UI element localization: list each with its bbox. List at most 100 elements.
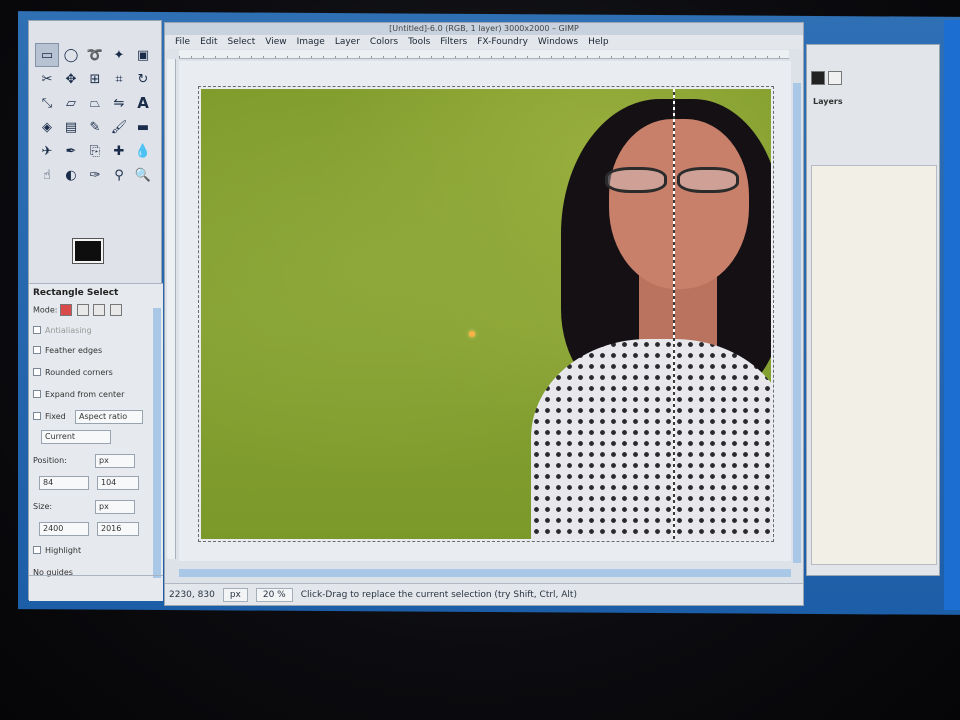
layers-tab-icon[interactable] [811,71,825,85]
feather-edges-checkbox[interactable] [33,346,41,354]
size-width-field[interactable]: 2400 [39,522,89,536]
flip-icon[interactable]: ⇋ [107,91,131,115]
brush-icon[interactable]: 🖌 [107,115,131,139]
image-canvas[interactable] [201,89,771,539]
shear-icon[interactable]: ▱ [59,91,83,115]
mode-replace-button[interactable] [60,304,73,316]
tool-options-footer [29,575,163,601]
layers-list[interactable] [811,165,937,565]
pointer-coordinates: 2230, 830 [169,589,215,600]
antialiasing-label: Antialiasing [45,326,92,335]
highlight-label: Highlight [45,546,82,555]
photo-face [609,119,749,289]
color-swatches[interactable] [72,238,115,275]
scale-icon[interactable]: ⤡ [35,91,59,115]
position-y-field[interactable]: 104 [97,476,139,490]
heal-icon[interactable]: ✚ [107,139,131,163]
position-label: Position: [33,456,67,465]
expand-from-center-label: Expand from center [45,390,125,399]
antialiasing-option[interactable]: Antialiasing [33,326,92,335]
mode-add-button[interactable] [76,304,89,316]
horizontal-ruler[interactable] [179,50,789,59]
tool-options-title: Rectangle Select [33,288,119,298]
vertical-ruler[interactable] [167,59,176,559]
antialiasing-checkbox[interactable] [33,326,41,334]
expand-from-center-option[interactable]: Expand from center [33,390,124,399]
cursor-dot [469,331,475,337]
expand-from-center-checkbox[interactable] [33,390,41,398]
color-select-icon[interactable]: ▣ [131,43,155,67]
fuzzy-select-icon[interactable]: ✦ [107,43,131,67]
right-lens [677,167,739,193]
position-unit-select[interactable]: px [95,454,135,468]
zoom-icon[interactable]: 🔍 [131,163,155,187]
rounded-corners-label: Rounded corners [45,368,113,377]
fixed-checkbox[interactable] [33,412,41,420]
smudge-icon[interactable]: ☝ [35,163,59,187]
gradient-icon[interactable]: ▤ [59,115,83,139]
size-unit-select[interactable]: px [95,500,135,514]
path-icon[interactable]: ✑ [83,163,107,187]
menu-filters[interactable]: Filters [440,35,467,49]
rounded-corners-option[interactable]: Rounded corners [33,368,113,377]
zoom-select[interactable]: 20 % [255,587,293,602]
position-x-field[interactable]: 84 [39,476,89,490]
align-icon[interactable]: ⊞ [83,67,107,91]
foreground-color[interactable] [72,238,104,264]
menu-windows[interactable]: Windows [538,35,578,49]
menu-view[interactable]: View [265,35,286,49]
aspect-current-field[interactable]: Current [41,430,111,444]
blur-icon[interactable]: 💧 [131,139,155,163]
tool-options-scrollbar[interactable] [153,308,161,578]
move-icon[interactable]: ✥ [59,67,83,91]
scissors-icon[interactable]: ✂ [35,67,59,91]
menu-select[interactable]: Select [228,35,256,49]
channels-tab-icon[interactable] [828,71,842,85]
crop-icon[interactable]: ⌗ [107,67,131,91]
menu-colors[interactable]: Colors [370,35,398,49]
eraser-icon[interactable]: ▬ [131,115,155,139]
menu-help[interactable]: Help [588,35,609,49]
vertical-guide[interactable] [673,89,675,539]
horizontal-scrollbar[interactable] [179,569,791,577]
size-label: Size: [33,502,53,511]
mode-intersect-button[interactable] [109,304,122,316]
tool-grid: ▭ ◯ ➰ ✦ ▣ ✂ ✥ ⊞ ⌗ ↻ ⤡ ▱ ⏢ ⇋ A ◈ ▤ ✎ 🖌 ▬ … [35,43,157,187]
fixed-label: Fixed [45,412,66,421]
pencil-icon[interactable]: ✎ [83,115,107,139]
text-icon[interactable]: A [131,91,155,115]
desktop-edge [944,20,960,610]
menu-fx-foundry[interactable]: FX-Foundry [477,35,528,49]
menu-layer[interactable]: Layer [335,35,360,49]
lasso-icon[interactable]: ➰ [83,43,107,67]
menu-image[interactable]: Image [297,35,325,49]
rounded-corners-checkbox[interactable] [33,368,41,376]
layers-dock: Layers [806,44,940,576]
clone-icon[interactable]: ⎘ [83,139,107,163]
mode-subtract-button[interactable] [93,304,106,316]
ink-icon[interactable]: ✒ [59,139,83,163]
airbrush-icon[interactable]: ✈ [35,139,59,163]
feather-edges-option[interactable]: Feather edges [33,346,102,355]
fixed-option[interactable]: Fixed [33,412,66,421]
photo-glasses [605,167,755,197]
menu-file[interactable]: File [175,35,190,49]
perspective-icon[interactable]: ⏢ [83,91,107,115]
rotate-icon[interactable]: ↻ [131,67,155,91]
menu-tools[interactable]: Tools [408,35,430,49]
highlight-option[interactable]: Highlight [33,546,81,555]
vertical-scrollbar[interactable] [793,83,801,563]
menu-edit[interactable]: Edit [200,35,217,49]
highlight-checkbox[interactable] [33,546,41,554]
color-picker-icon[interactable]: ⚲ [107,163,131,187]
canvas-area[interactable] [179,61,791,561]
fixed-mode-select[interactable]: Aspect ratio [75,410,143,424]
image-window: [Untitled]-6.0 (RGB, 1 layer) 3000x2000 … [164,22,804,606]
rect-select-icon[interactable]: ▭ [35,43,59,67]
unit-select[interactable]: px [222,587,248,602]
size-height-field[interactable]: 2016 [97,522,139,536]
dodge-icon[interactable]: ◐ [59,163,83,187]
window-title: [Untitled]-6.0 (RGB, 1 layer) 3000x2000 … [165,23,803,35]
ellipse-select-icon[interactable]: ◯ [59,43,83,67]
bucket-fill-icon[interactable]: ◈ [35,115,59,139]
